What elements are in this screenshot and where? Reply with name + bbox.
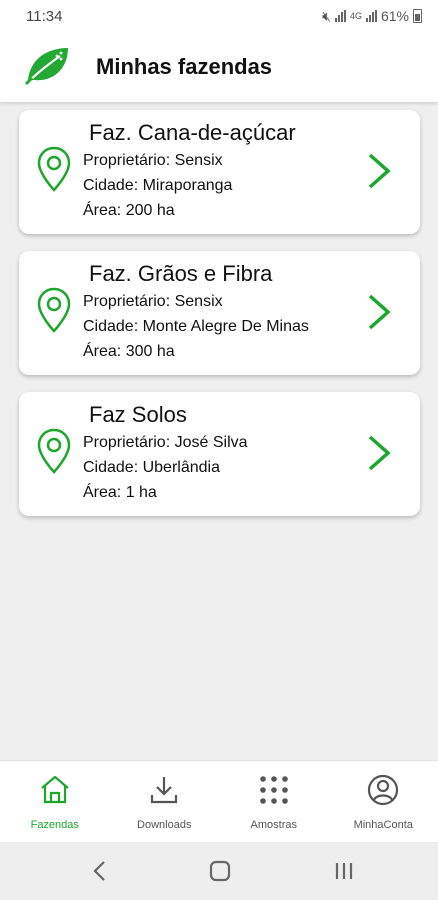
- nav-label: Fazendas: [30, 819, 79, 831]
- nav-label: MinhaConta: [353, 819, 413, 831]
- page-title: Minhas fazendas: [96, 54, 273, 79]
- bottom-nav: Fazendas Downloads Amostras MinhaConta: [0, 760, 438, 843]
- home-button-icon[interactable]: [206, 858, 234, 884]
- nav-item-amostras[interactable]: Amostras: [219, 761, 329, 843]
- farm-card[interactable]: Faz. Grãos e Fibra Proprietário: Sensix …: [19, 251, 420, 375]
- farm-name: Faz Solos: [89, 402, 187, 427]
- back-icon[interactable]: [86, 858, 114, 884]
- farm-card[interactable]: Faz. Cana-de-açúcar Proprietário: Sensix…: [19, 110, 420, 234]
- nav-item-minhaconta[interactable]: MinhaConta: [329, 761, 438, 843]
- nav-item-downloads[interactable]: Downloads: [110, 761, 220, 843]
- farm-area: Área: 1 ha: [83, 484, 157, 501]
- leaf-logo-icon: [24, 48, 68, 86]
- farm-area: Área: 200 ha: [83, 202, 175, 219]
- status-time: 11:34: [26, 7, 63, 25]
- farm-city: Cidade: Monte Alegre De Minas: [83, 318, 309, 335]
- battery-icon: [413, 9, 422, 23]
- system-nav-bar: [0, 842, 438, 900]
- status-indicators: 🔇︎ 4G 61%: [322, 8, 422, 25]
- farm-owner: Proprietário: José Silva: [83, 434, 248, 451]
- location-pin-icon: [37, 287, 71, 333]
- farm-name: Faz. Cana-de-açúcar: [89, 120, 296, 145]
- location-pin-icon: [37, 428, 71, 474]
- status-bar: 11:34 🔇︎ 4G 61%: [0, 0, 438, 32]
- farm-owner: Proprietário: Sensix: [83, 152, 223, 169]
- grid-icon: [259, 776, 288, 804]
- chevron-right-icon[interactable]: [365, 152, 393, 190]
- recent-apps-icon[interactable]: [330, 858, 358, 884]
- account-icon: [368, 774, 399, 806]
- farm-city: Cidade: Miraporanga: [83, 177, 233, 194]
- app-bar: Minhas fazendas: [0, 32, 438, 102]
- home-icon: [41, 775, 69, 804]
- download-icon: [151, 777, 178, 804]
- farm-owner: Proprietário: Sensix: [83, 293, 223, 310]
- farm-name: Faz. Grãos e Fibra: [89, 261, 273, 286]
- farm-area: Área: 300 ha: [83, 343, 175, 360]
- signal-icon: [334, 10, 346, 22]
- nav-label: Amostras: [250, 819, 297, 831]
- mute-icon: 🔇︎: [322, 7, 331, 24]
- battery-percent: 61%: [380, 8, 409, 24]
- nav-label: Downloads: [137, 819, 192, 831]
- location-pin-icon: [37, 146, 71, 192]
- farm-card[interactable]: Faz Solos Proprietário: José Silva Cidad…: [19, 392, 420, 516]
- nav-item-fazendas[interactable]: Fazendas: [0, 761, 110, 843]
- network-4g-icon: 4G: [349, 11, 362, 21]
- chevron-right-icon[interactable]: [365, 293, 393, 331]
- chevron-right-icon[interactable]: [365, 434, 393, 472]
- signal-icon: [365, 10, 377, 22]
- farm-city: Cidade: Uberlândia: [83, 459, 220, 476]
